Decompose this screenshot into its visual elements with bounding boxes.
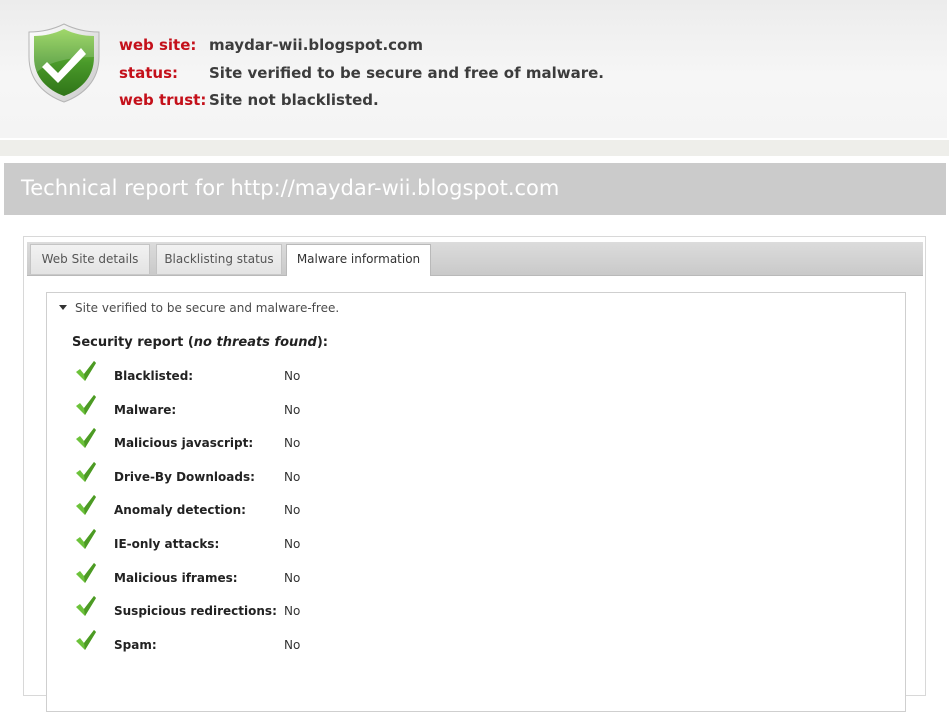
shield-check-icon [28,23,100,103]
check-value: No [284,604,301,619]
check-row: Spam: No [75,629,335,663]
check-value: No [284,402,301,417]
check-row: Drive-By Downloads: No [75,461,335,495]
verification-summary: web site: maydar-wii.blogspot.com status… [0,0,949,138]
malware-disclosure-toggle[interactable]: Site verified to be secure and malware-f… [59,301,339,315]
check-label: IE-only attacks: [114,536,220,551]
check-label: Spam: [114,637,157,652]
tab-strip: Web Site details Blacklisting status Mal… [27,242,923,276]
green-check-icon [76,428,96,449]
website-value: maydar-wii.blogspot.com [209,36,423,54]
check-label: Malicious javascript: [114,436,254,451]
green-check-icon [76,394,96,415]
heading-emphasis: no threats found [193,335,317,350]
triangle-down-icon [59,305,67,310]
green-check-icon [76,528,96,549]
security-report-heading: Security report (no threats found): [72,335,328,350]
check-row: IE-only attacks: No [75,528,335,562]
check-row: Malicious iframes: No [75,562,335,596]
check-value: No [284,570,301,585]
check-value: No [284,503,301,518]
disclosure-text: Site verified to be secure and malware-f… [75,301,340,315]
check-value: No [284,469,301,484]
check-label: Suspicious redirections: [114,604,277,619]
web-trust-label: web trust: [119,91,207,109]
green-check-icon [76,596,96,617]
report-title: Technical report for http://maydar-wii.b… [21,176,560,200]
check-label: Malware: [114,402,177,417]
security-checks-list: Blacklisted: No Malware: No Malicious ja… [75,360,335,662]
status-value: Site verified to be secure and free of m… [209,63,604,82]
tab-web-site-details[interactable]: Web Site details [30,244,150,274]
green-check-icon [76,461,96,482]
check-value: No [284,536,301,551]
header-divider [0,140,949,156]
check-row: Suspicious redirections: No [75,595,335,629]
web-trust-value: Site not blacklisted. [209,91,379,109]
website-label: web site: [119,36,197,54]
report-panel: Web Site details Blacklisting status Mal… [23,236,926,712]
green-check-icon [76,562,96,583]
check-row: Malicious javascript: No [75,427,335,461]
green-check-icon [76,495,96,516]
check-value: No [284,369,301,383]
heading-suffix: ): [316,335,328,350]
check-value: No [284,637,301,652]
check-row: Blacklisted: No [75,360,335,394]
check-label: Blacklisted: [114,369,194,383]
check-row: Malware: No [75,394,335,428]
check-label: Anomaly detection: [114,503,246,518]
green-check-icon [76,629,96,650]
status-label: status: [119,63,178,82]
tab-malware-information[interactable]: Malware information [286,244,431,276]
tab-blacklisting-status[interactable]: Blacklisting status [156,244,282,274]
check-row: Anomaly detection: No [75,494,335,528]
check-label: Drive-By Downloads: [114,469,255,484]
heading-prefix: Security report ( [72,335,194,350]
technical-report-bar: Technical report for http://maydar-wii.b… [4,163,946,215]
check-value: No [284,436,301,451]
green-check-icon [76,361,96,381]
check-label: Malicious iframes: [114,570,238,585]
malware-information-content: Site verified to be secure and malware-f… [46,292,906,712]
